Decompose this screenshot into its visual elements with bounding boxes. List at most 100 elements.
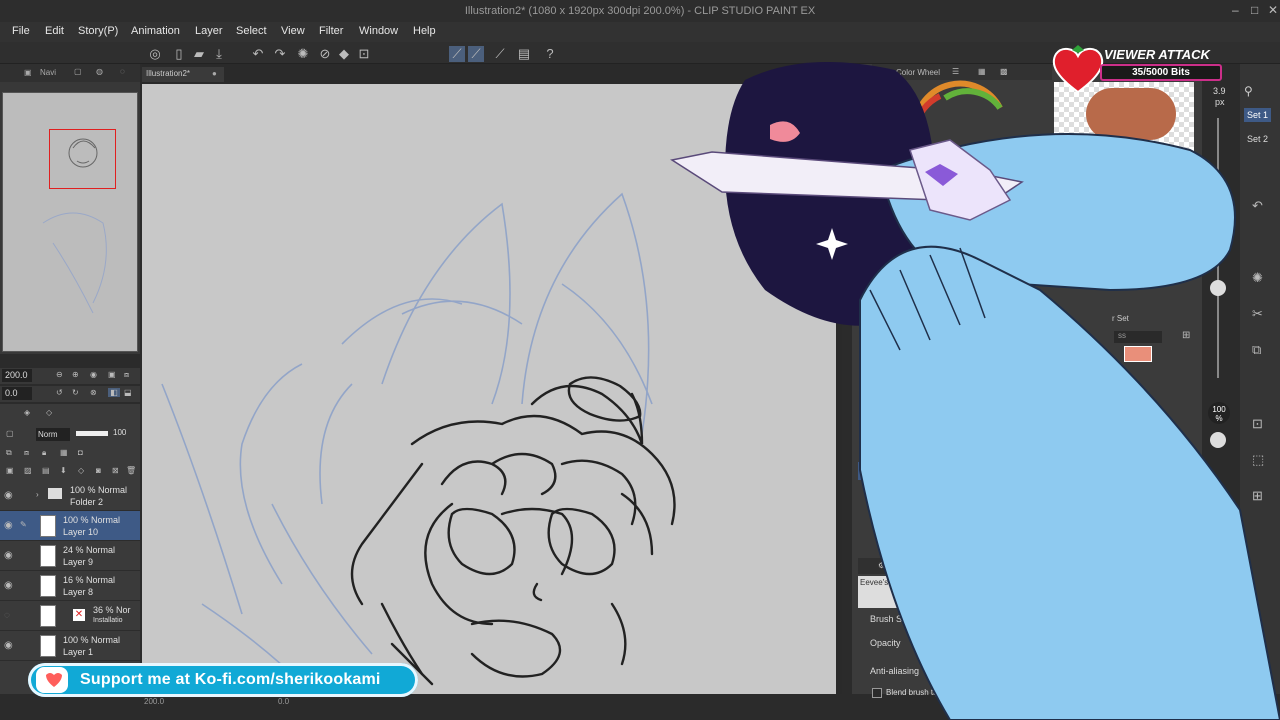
ruler-icon[interactable]: ⟋ — [492, 46, 508, 62]
layer-row[interactable]: ◉ › 100 % Normal Folder 2 — [0, 481, 140, 511]
clear-icon[interactable]: ✺ — [295, 46, 311, 62]
chevron-right-icon[interactable]: › — [36, 490, 39, 499]
info-icon[interactable]: ◍ — [96, 67, 103, 76]
save-icon[interactable]: ⤓ — [211, 46, 227, 62]
zoom-value[interactable]: 200.0 — [2, 369, 32, 382]
color-wheel[interactable] — [905, 78, 1005, 138]
opacity-value[interactable]: 100 — [113, 428, 126, 437]
brush-size-slider-track[interactable] — [1217, 118, 1219, 378]
color-wheel-icon[interactable]: ◎ — [880, 67, 887, 76]
transfer-down-icon[interactable]: ⬇ — [60, 466, 67, 475]
subtool-menu-icon[interactable]: ⊞ — [1182, 330, 1190, 341]
cut-icon[interactable]: ✂ — [1252, 306, 1263, 322]
zoom-in-icon[interactable]: ⊕ — [72, 370, 79, 379]
snap-icon[interactable]: ⟋ — [468, 46, 484, 62]
fit-icon[interactable]: ▣ — [108, 370, 116, 379]
menu-file[interactable]: File — [12, 25, 30, 37]
flip-horizontal-icon[interactable]: ◧ — [108, 388, 120, 397]
eye-icon[interactable]: ◉ — [4, 490, 13, 501]
tab-close-icon[interactable]: ● — [212, 69, 217, 78]
opacity-slider-thumb[interactable] — [1210, 432, 1226, 448]
flip-vertical-icon[interactable]: ⬓ — [124, 388, 132, 397]
new-folder-icon[interactable]: ▤ — [42, 466, 50, 475]
layer-color-icon[interactable]: ▢ — [6, 429, 14, 438]
layer-property-icon[interactable]: ◌ — [120, 67, 125, 76]
actual-size-icon[interactable]: ◉ — [90, 370, 97, 379]
navigator-viewport-frame[interactable] — [49, 129, 116, 189]
copy-icon[interactable]: ⧉ — [1252, 342, 1261, 358]
trash-icon[interactable]: 🗑︎ — [126, 466, 136, 475]
eye-hidden-icon[interactable]: ◌ — [4, 610, 10, 621]
layer-row[interactable]: ◉ 24 % Normal Layer 9 — [0, 541, 140, 571]
pen-tool-icon[interactable]: ✒ — [862, 330, 878, 348]
combine-icon[interactable]: ◇ — [78, 466, 84, 475]
color-slider-icon[interactable]: ☰ — [952, 67, 959, 76]
eye-icon[interactable]: ◉ — [4, 580, 13, 591]
lock-icon[interactable]: 🔒︎ — [42, 448, 46, 458]
menu-layer[interactable]: Layer — [195, 25, 223, 37]
undo-side-icon[interactable]: ↶ — [1252, 198, 1263, 214]
rotate-left-icon[interactable]: ↺ — [56, 388, 63, 397]
layer-row[interactable]: ◌ ✕ 36 % Nor Installatio — [0, 601, 140, 631]
navigator-icon[interactable]: ▣ — [24, 68, 32, 77]
rotate-right-icon[interactable]: ↻ — [72, 388, 79, 397]
new-raster-icon[interactable]: ▣ — [6, 466, 14, 475]
menu-filter[interactable]: Filter — [319, 25, 343, 37]
page-icon[interactable]: ▤ — [516, 46, 532, 62]
layer-row[interactable]: ◉ 16 % Normal Layer 8 — [0, 571, 140, 601]
menu-edit[interactable]: Edit — [45, 25, 64, 37]
navigator-tab[interactable]: Navi — [40, 68, 56, 77]
document-tab[interactable]: Illustration2* ● — [142, 67, 224, 82]
tool-property-tab[interactable]: ⚙ Tool Property — [858, 558, 998, 574]
undo-icon[interactable]: ↶ — [250, 46, 266, 62]
open-icon[interactable]: ▰ — [191, 46, 207, 62]
eye-icon[interactable]: ◉ — [4, 520, 13, 531]
rotation-value[interactable]: 0.0 — [2, 387, 32, 400]
brightness-icon[interactable]: ✺ — [1252, 270, 1263, 286]
lock-transparent-icon[interactable]: ▦ — [60, 448, 68, 457]
new-vector-icon[interactable]: ▨ — [24, 466, 32, 475]
layer-search-icon[interactable]: ◇ — [46, 408, 52, 417]
eye-icon[interactable]: ◉ — [4, 550, 13, 561]
blend-mode-select[interactable]: Norm — [36, 428, 70, 441]
menu-window[interactable]: Window — [359, 25, 398, 37]
eye-icon[interactable]: ◉ — [4, 640, 13, 651]
color-wheel-tab[interactable]: Color Wheel — [896, 68, 940, 77]
mask-icon[interactable]: ◘ — [78, 448, 83, 457]
zoom-out-icon[interactable]: ⊖ — [56, 370, 63, 379]
crop-icon[interactable]: ⊡ — [1252, 416, 1263, 432]
set-1-tab[interactable]: Set 1 — [1244, 108, 1272, 122]
selected-brush-row[interactable] — [858, 462, 958, 480]
layer-tab-icon[interactable]: ◈ — [24, 408, 30, 417]
layer-row[interactable]: ◉ 100 % Normal Layer 1 — [0, 631, 140, 661]
clear-outside-icon[interactable]: ⊘ — [317, 46, 333, 62]
redo-icon[interactable]: ↷ — [272, 46, 288, 62]
transform-side-icon[interactable]: ⬚ — [1252, 452, 1264, 468]
fill-icon[interactable]: ◆ — [336, 46, 352, 62]
menu-animation[interactable]: Animation — [131, 25, 180, 37]
menu-story[interactable]: Story(P) — [78, 25, 118, 37]
set-2-tab[interactable]: Set 2 — [1244, 132, 1271, 146]
stabilizer-icon[interactable]: ⟋ — [449, 46, 465, 62]
close-icon[interactable]: ✕ — [1268, 3, 1278, 17]
drawing-canvas[interactable] — [142, 84, 836, 694]
color-swatch[interactable] — [1124, 346, 1152, 362]
brush-size-slider-thumb[interactable] — [1210, 280, 1226, 296]
menu-select[interactable]: Select — [236, 25, 267, 37]
intermediate-color-icon[interactable]: ▩ — [1000, 67, 1008, 76]
layer-row[interactable]: ◉ ✎ 100 % Normal Layer 10 — [0, 511, 140, 541]
mesh-icon[interactable]: ⊞ — [1252, 488, 1263, 504]
mask-add-icon[interactable]: ◙ — [96, 466, 101, 475]
color-set-icon[interactable]: ▦ — [978, 67, 986, 76]
search-icon[interactable]: ⚲ — [1244, 84, 1253, 98]
fit-navigator-icon[interactable]: ⧈ — [124, 370, 129, 380]
clip-studio-icon[interactable]: ◎ — [147, 46, 163, 62]
new-file-icon[interactable]: ▯ — [171, 46, 187, 62]
transform-icon[interactable]: ⊡ — [356, 46, 372, 62]
minimize-icon[interactable]: – — [1232, 3, 1239, 17]
delete-mask-icon[interactable]: ⊠ — [112, 466, 119, 475]
menu-view[interactable]: View — [281, 25, 305, 37]
maximize-icon[interactable]: □ — [1251, 3, 1258, 17]
reset-rotation-icon[interactable]: ⊗ — [90, 388, 97, 397]
menu-help[interactable]: Help — [413, 25, 436, 37]
